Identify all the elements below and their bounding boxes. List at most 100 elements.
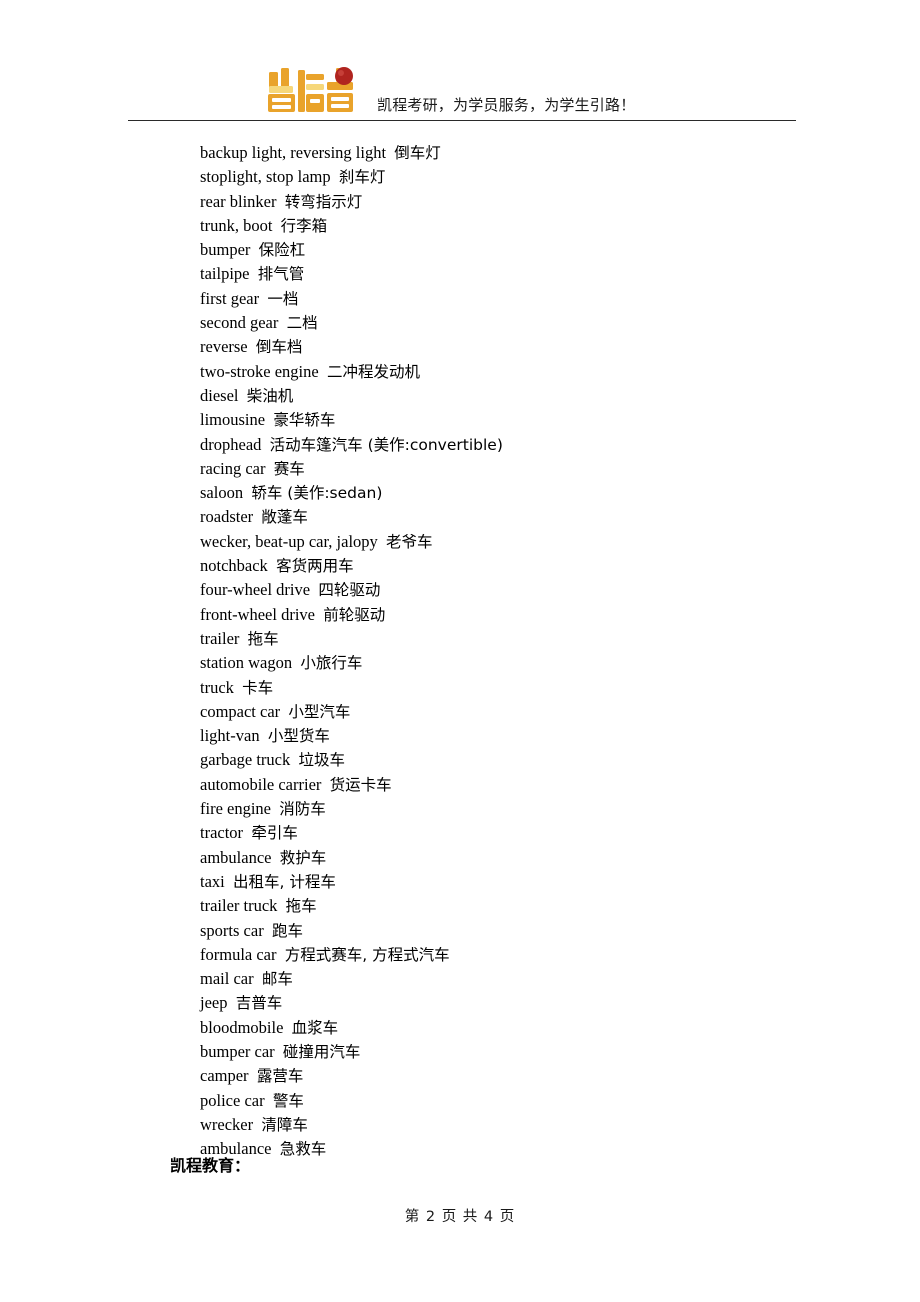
page-header: 凯程考研，为学员服务，为学生引路！	[128, 58, 796, 120]
vocab-term-zh: 转弯指示灯	[284, 192, 363, 211]
vocab-term-zh: 活动车篷汽车 (美作:convertible)	[269, 435, 503, 454]
vocab-term-zh: 保险杠	[258, 241, 306, 260]
vocab-entry: front-wheel drive 前轮驱动	[0, 603, 920, 627]
vocab-entry: wrecker 清障车	[0, 1113, 920, 1137]
vocab-term-zh: 垃圾车	[298, 751, 346, 770]
vocab-entry: four-wheel drive 四轮驱动	[0, 578, 920, 602]
vocab-entry: notchback 客货两用车	[0, 554, 920, 578]
vocab-term-zh: 清障车	[261, 1115, 308, 1134]
vocab-term-en: formula car	[200, 944, 277, 964]
section-label: 凯程教育：	[170, 1156, 251, 1175]
vocab-term-en: police car	[200, 1090, 265, 1110]
vocab-term-zh: 二冲程发动机	[326, 362, 420, 381]
header-divider	[128, 120, 796, 121]
vocab-entry: garbage truck 垃圾车	[0, 748, 920, 772]
vocab-term-en: ambulance	[200, 847, 272, 867]
vocab-entry: first gear 一档	[0, 287, 920, 311]
vocab-term-en: trailer	[200, 628, 240, 648]
vocab-term-en: backup light, reversing light	[200, 143, 387, 162]
vocab-term-en: sports car	[200, 920, 264, 940]
vocab-term-zh: 轿车 (美作:sedan)	[251, 484, 383, 503]
vocab-entry: formula car 方程式赛车, 方程式汽车	[0, 943, 920, 967]
vocab-entry: trunk, boot 行李箱	[0, 214, 920, 238]
vocab-entry: stoplight, stop lamp 刹车灯	[0, 165, 920, 189]
vocab-term-zh: 赛车	[273, 459, 305, 478]
vocab-term-en: roadster	[200, 507, 254, 527]
vocab-term-zh: 消防车	[279, 800, 326, 819]
vocab-term-zh: 卡车	[242, 678, 274, 697]
vocab-term-en: truck	[200, 677, 234, 697]
vocab-entry: light-van 小型货车	[0, 724, 920, 748]
header-tagline: 凯程考研，为学员服务，为学生引路！	[377, 96, 636, 114]
vocab-entry: camper 露营车	[0, 1064, 920, 1088]
vocab-term-en: notchback	[200, 556, 268, 576]
vocab-term-en: wrecker	[200, 1114, 254, 1134]
vocab-term-zh: 小型货车	[267, 727, 330, 746]
vocab-entry: saloon 轿车 (美作:sedan)	[0, 481, 920, 505]
vocab-term-en: rear blinker	[200, 191, 277, 211]
vocab-entry: bumper 保险杠	[0, 238, 920, 262]
vocab-term-zh: 客货两用车	[276, 557, 354, 576]
vocab-term-en: limousine	[200, 410, 266, 430]
vocab-entry: reverse 倒车档	[0, 335, 920, 359]
vocab-entry: station wagon 小旅行车	[0, 651, 920, 675]
vocab-term-en: racing car	[200, 458, 266, 478]
kaicheng-logo-icon	[265, 66, 361, 120]
vocab-term-en: saloon	[200, 483, 244, 503]
vocab-entry: sports car 跑车	[0, 919, 920, 943]
vocab-entry: second gear 二档	[0, 311, 920, 335]
vocab-entry: roadster 敞蓬车	[0, 505, 920, 529]
vocab-term-zh: 豪华轿车	[273, 411, 336, 430]
vocab-entry: jeep 吉普车	[0, 991, 920, 1015]
vocab-term-en: fire engine	[200, 799, 272, 819]
vocab-term-zh: 货运卡车	[329, 775, 392, 794]
page-footer: 第 2 页 共 4 页	[404, 1209, 516, 1225]
vocab-term-en: camper	[200, 1066, 249, 1086]
vocab-term-zh: 小型汽车	[288, 702, 351, 721]
vocab-term-zh: 拖车	[247, 629, 279, 648]
vocab-entry: compact car 小型汽车	[0, 700, 920, 724]
vocab-term-zh: 牵引车	[251, 824, 298, 843]
vocab-term-zh: 血浆车	[291, 1018, 339, 1037]
vocab-term-en: four-wheel drive	[200, 580, 311, 600]
vocab-term-zh: 救护车	[279, 848, 327, 867]
vocab-term-zh: 倒车灯	[394, 144, 441, 162]
vocab-entry: bumper car 碰撞用汽车	[0, 1040, 920, 1064]
vocab-term-zh: 四轮驱动	[318, 581, 381, 600]
vocabulary-list: backup light, reversing light 倒车灯 stoplig…	[0, 141, 920, 1161]
vocab-term-zh: 行李箱	[280, 216, 328, 235]
vocab-term-zh: 警车	[272, 1091, 304, 1110]
vocab-entry: drophead 活动车篷汽车 (美作:convertible)	[0, 433, 920, 457]
vocab-term-zh: 吉普车	[235, 994, 283, 1013]
vocab-entry: bloodmobile 血浆车	[0, 1016, 920, 1040]
vocab-entry: truck 卡车	[0, 676, 920, 700]
vocab-entry: tailpipe 排气管	[0, 262, 920, 286]
vocab-term-en: mail car	[200, 969, 254, 989]
vocab-term-zh: 方程式赛车, 方程式汽车	[284, 945, 450, 964]
vocab-term-en: light-van	[200, 726, 260, 746]
vocab-entry: backup light, reversing light 倒车灯	[0, 141, 920, 165]
vocab-term-en: front-wheel drive	[200, 604, 315, 624]
vocab-entry: tractor 牵引车	[0, 821, 920, 845]
vocab-term-zh: 一档	[267, 289, 299, 308]
vocab-term-zh: 前轮驱动	[323, 605, 386, 624]
vocab-entry: rear blinker 转弯指示灯	[0, 190, 920, 214]
vocab-term-en: taxi	[200, 871, 225, 891]
vocab-term-en: stoplight, stop lamp	[200, 167, 331, 187]
vocab-term-en: two-stroke engine	[200, 361, 319, 381]
main-content: backup light, reversing light 倒车灯 stoplig…	[0, 141, 920, 1161]
vocab-term-en: reverse	[200, 337, 248, 357]
vocab-entry: trailer truck 拖车	[0, 894, 920, 918]
vocab-term-zh: 小旅行车	[300, 654, 363, 673]
vocab-term-en: garbage truck	[200, 750, 291, 770]
vocab-term-en: bloodmobile	[200, 1017, 284, 1037]
vocab-term-zh: 排气管	[257, 265, 305, 284]
vocab-term-zh: 刹车灯	[338, 168, 386, 187]
vocab-term-en: compact car	[200, 701, 281, 721]
vocab-term-en: bumper	[200, 240, 251, 260]
vocab-entry: limousine 豪华轿车	[0, 408, 920, 432]
vocab-term-en: tailpipe	[200, 264, 250, 284]
vocab-term-en: tractor	[200, 823, 244, 843]
vocab-term-en: station wagon	[200, 653, 293, 673]
vocab-term-zh: 跑车	[271, 921, 303, 940]
